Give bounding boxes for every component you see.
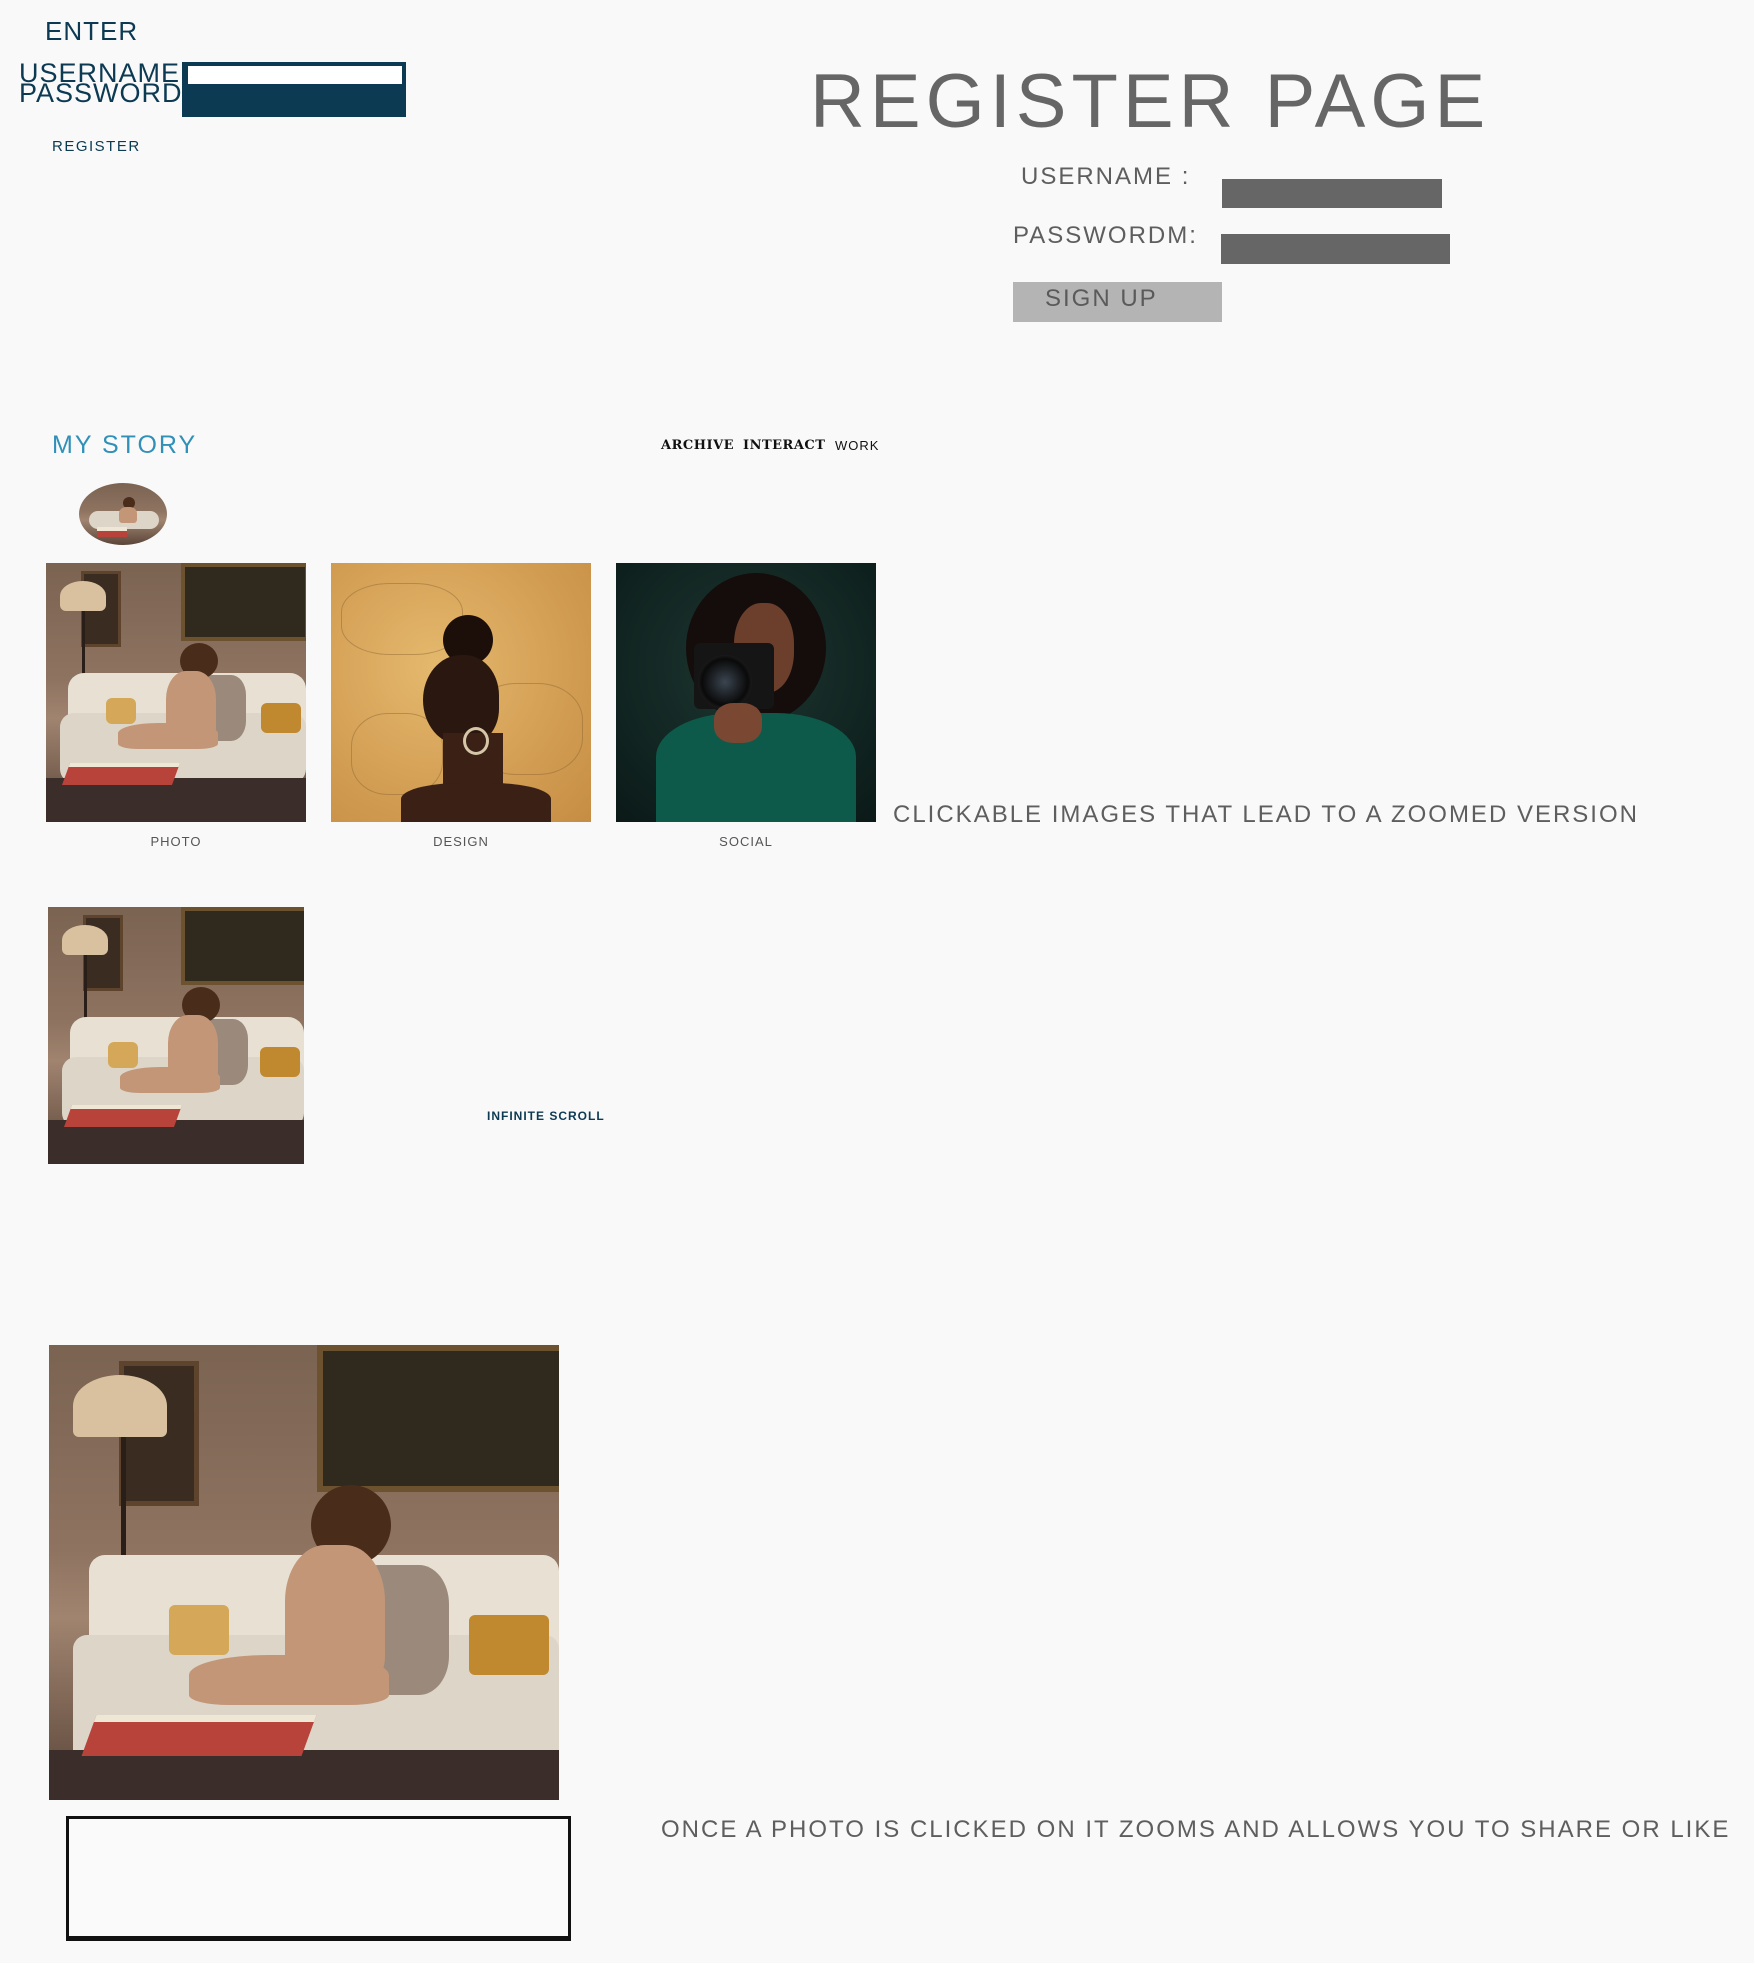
- register-password-label: PASSWORDM:: [1013, 222, 1198, 249]
- avatar[interactable]: [79, 483, 167, 545]
- gallery-caption-design: DESIGN: [433, 834, 489, 849]
- page-title: REGISTER PAGE: [810, 59, 1491, 144]
- nav-archive-link[interactable]: ARCHIVE: [661, 438, 734, 453]
- register-link[interactable]: REGISTER: [52, 138, 141, 155]
- login-field-box: [182, 62, 406, 117]
- login-heading: ENTER: [45, 16, 139, 46]
- zoom-annotation: ONCE A PHOTO IS CLICKED ON IT ZOOMS AND …: [661, 1816, 1731, 1843]
- share-like-panel[interactable]: [66, 1816, 571, 1941]
- nav-interact-link[interactable]: INTERACT: [743, 438, 825, 453]
- login-username-input[interactable]: [188, 66, 402, 84]
- my-story-heading[interactable]: MY STORY: [52, 431, 197, 460]
- scroll-image[interactable]: [48, 907, 304, 1164]
- gallery-image-photo[interactable]: [46, 563, 306, 822]
- gallery-caption-photo: PHOTO: [150, 834, 202, 849]
- nav-work-link[interactable]: WORK: [835, 438, 879, 453]
- register-password-input[interactable]: [1221, 234, 1450, 264]
- signup-button[interactable]: SIGN UP: [1013, 282, 1222, 322]
- register-username-input[interactable]: [1222, 179, 1442, 208]
- gallery-caption-social: SOCIAL: [719, 834, 773, 849]
- gallery-image-social[interactable]: [616, 563, 876, 822]
- register-username-label: USERNAME :: [1021, 163, 1191, 190]
- zoomed-image[interactable]: [49, 1345, 559, 1800]
- gallery-image-design[interactable]: [331, 563, 591, 822]
- login-password-label: PASSWORD: [19, 78, 183, 108]
- infinite-scroll-label: INFINITE SCROLL: [487, 1109, 605, 1123]
- signup-button-label: SIGN UP: [1045, 285, 1158, 312]
- gallery-annotation: CLICKABLE IMAGES THAT LEAD TO A ZOOMED V…: [893, 801, 1639, 828]
